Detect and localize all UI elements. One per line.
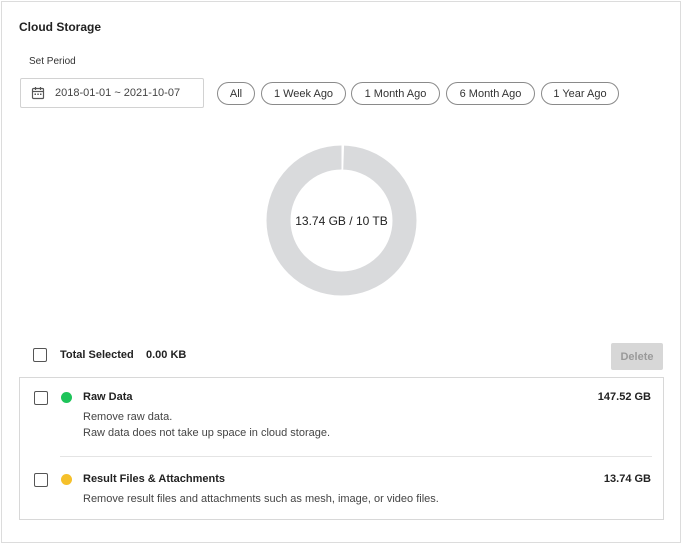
period-1-month-button[interactable]: 1 Month Ago: [351, 82, 440, 105]
list-divider: [60, 456, 652, 457]
result-files-title: Result Files & Attachments: [83, 473, 226, 485]
period-all-button[interactable]: All: [217, 82, 255, 105]
set-period-label: Set Period: [29, 56, 76, 67]
result-files-status-dot: [61, 474, 72, 485]
calendar-icon: [31, 87, 45, 100]
usage-label: 13.74 GB / 10 TB: [295, 213, 388, 228]
raw-data-status-dot: [61, 392, 72, 403]
period-6-month-button[interactable]: 6 Month Ago: [446, 82, 535, 105]
result-files-desc-line-1: Remove result files and attachments such…: [83, 493, 439, 505]
raw-data-description: Remove raw data. Raw data does not take …: [83, 409, 330, 441]
raw-data-title: Raw Data: [83, 391, 133, 403]
total-selected-value: 0.00 KB: [146, 349, 187, 361]
period-1-week-button[interactable]: 1 Week Ago: [261, 82, 346, 105]
storage-usage-donut: 13.74 GB / 10 TB: [266, 145, 417, 296]
result-files-checkbox[interactable]: [34, 473, 48, 487]
panel-title: Cloud Storage: [19, 20, 102, 34]
raw-data-desc-line-2: Raw data does not take up space in cloud…: [83, 427, 331, 439]
result-files-description: Remove result files and attachments such…: [83, 491, 439, 507]
date-range-value: 2018-01-01 ~ 2021-10-07: [55, 87, 181, 99]
raw-data-size: 147.52 GB: [597, 391, 651, 403]
raw-data-desc-line-1: Remove raw data.: [83, 411, 173, 423]
delete-button[interactable]: Delete: [611, 343, 663, 370]
period-1-year-button[interactable]: 1 Year Ago: [541, 82, 619, 105]
date-range-field[interactable]: 2018-01-01 ~ 2021-10-07: [20, 78, 204, 108]
raw-data-checkbox[interactable]: [34, 391, 48, 405]
total-selected-label: Total Selected: [60, 349, 134, 361]
select-all-checkbox[interactable]: [33, 348, 47, 362]
result-files-size: 13.74 GB: [603, 473, 651, 485]
